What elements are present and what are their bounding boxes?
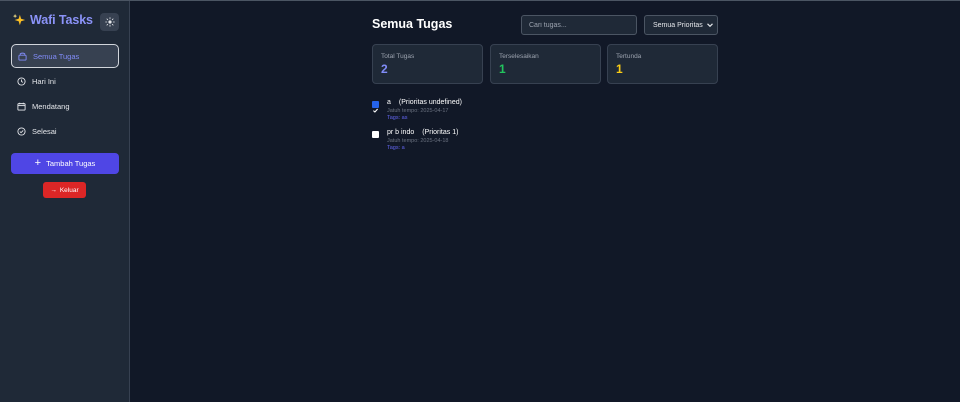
sidebar-item-semua-tugas[interactable]: Semua Tugas: [11, 44, 119, 68]
sun-icon: [104, 17, 115, 27]
task-tags: Tags: as: [387, 115, 408, 121]
stat-label: Terselesaikan: [499, 53, 539, 60]
app-title: Wafi Tasks: [30, 13, 93, 27]
priority-filter-value: Semua Prioritas: [653, 21, 703, 29]
calendar-icon: [17, 102, 26, 111]
inbox-icon: [18, 52, 27, 61]
stat-card-total: Total Tugas 2: [372, 44, 483, 84]
task-priority: (Prioritas 1): [422, 129, 459, 136]
sidebar-item-hari-ini[interactable]: Hari Ini: [11, 69, 119, 93]
plus-icon: +: [34, 157, 42, 169]
logout-arrow-icon: →: [50, 186, 57, 194]
logout-button[interactable]: → Keluar: [43, 182, 86, 198]
chevron-down-icon: [707, 23, 713, 28]
task-due-date: Jatuh tempo: 2025-04-18: [387, 138, 449, 144]
task-title: pr b indo: [387, 129, 415, 136]
priority-filter-select[interactable]: Semua Prioritas: [644, 15, 718, 35]
stat-value: 1: [616, 62, 623, 76]
stat-label: Total Tugas: [381, 53, 415, 60]
add-task-button[interactable]: + Tambah Tugas: [11, 153, 119, 174]
sparkles-icon: [12, 13, 26, 26]
task-checkbox[interactable]: [372, 101, 379, 113]
check-circle-icon: [17, 126, 26, 136]
task-due-date: Jatuh tempo: 2025-04-17: [387, 108, 449, 114]
task-details: a (Prioritas undefined) Jatuh tempo: 202…: [387, 99, 462, 121]
sidebar-item-label: Semua Tugas: [33, 51, 80, 61]
stat-value: 1: [499, 62, 506, 76]
task-tags: Tags: a: [387, 145, 405, 151]
task-title: a: [387, 99, 391, 106]
checkmark-icon: [373, 108, 379, 113]
sidebar-item-mendatang[interactable]: Mendatang: [11, 94, 119, 118]
task-priority: (Prioritas undefined): [398, 99, 462, 106]
sidebar-item-label: Selesai: [32, 126, 57, 136]
sidebar-nav: Semua Tugas Hari Ini Mendatang Selesai: [11, 44, 119, 144]
sidebar-item-label: Hari Ini: [32, 76, 56, 86]
sidebar: Wafi Tasks Semua Tugas Hari Ini Mendatan…: [0, 1, 130, 402]
task-heading: pr b indo (Prioritas 1): [387, 129, 458, 136]
stat-card-pending: Tertunda 1: [607, 44, 718, 84]
task-heading: a (Prioritas undefined): [387, 99, 462, 106]
sidebar-item-label: Mendatang: [32, 101, 70, 111]
stat-card-completed: Terselesaikan 1: [490, 44, 601, 84]
brand: Wafi Tasks: [12, 13, 93, 27]
stat-label: Tertunda: [616, 53, 642, 60]
sidebar-item-selesai[interactable]: Selesai: [11, 119, 119, 143]
task-details: pr b indo (Prioritas 1) Jatuh tempo: 202…: [387, 129, 458, 151]
logout-label: Keluar: [59, 186, 79, 194]
theme-toggle-button[interactable]: [100, 13, 119, 31]
search-input[interactable]: [521, 15, 637, 35]
task-checkbox[interactable]: [372, 131, 379, 138]
page-title: Semua Tugas: [372, 17, 453, 31]
add-task-label: Tambah Tugas: [46, 159, 96, 168]
stat-value: 2: [381, 62, 388, 76]
window-top-border: [0, 0, 960, 1]
clock-icon: [17, 76, 26, 86]
